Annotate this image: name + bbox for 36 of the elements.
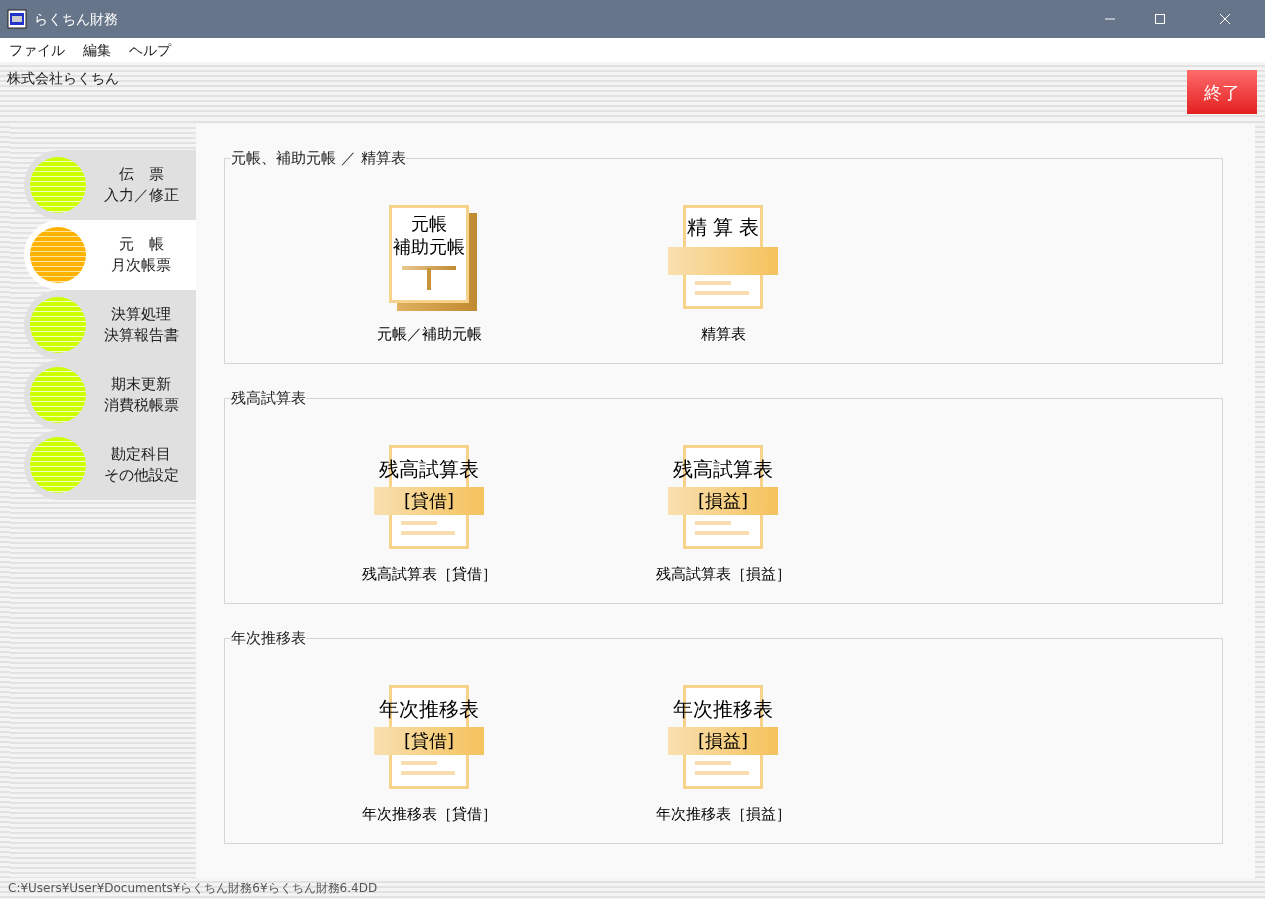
group-title: 年次推移表 [231,629,306,647]
menu-item[interactable]: 編集 [74,38,120,62]
group-title: 元帳、補助元帳 ／ 精算表 [231,149,406,167]
circle-icon [30,297,86,353]
report-label: 年次推移表［損益］ [655,804,791,825]
sidebar-item[interactable]: 勘定科目 その他設定 [24,430,196,500]
report-button[interactable]: 年次推移表 [貸借] 年次推移表［貸借］ [329,685,529,826]
report-label: 元帳／補助元帳 [376,324,482,345]
report-label: 精算表 [700,324,746,345]
sidebar-item[interactable]: 決算処理 決算報告書 [24,290,196,360]
exit-button[interactable]: 終了 [1187,70,1257,114]
report-label: 残高試算表［損益］ [655,564,791,585]
app-icon [7,9,27,29]
report-button[interactable]: 元帳 補助元帳 元帳／補助元帳 [329,205,529,346]
report-button[interactable]: 残高試算表 [貸借] 残高試算表［貸借］ [329,445,529,586]
report-label: 残高試算表［貸借］ [361,564,497,585]
circle-icon [30,227,86,283]
maximize-icon[interactable] [1154,13,1166,25]
report-label: 年次推移表［貸借］ [361,804,497,825]
menu-item[interactable]: ヘルプ [120,38,180,62]
report-button[interactable]: 残高試算表 [損益] 残高試算表［損益］ [623,445,823,586]
close-icon[interactable] [1219,13,1231,25]
status-path: C:¥Users¥User¥Documents¥らくちん財務6¥らくちん財務6.4DD [0,878,1265,899]
company-name: 株式会社らくちん [6,69,119,88]
sidebar-item[interactable]: 元 帳 月次帳票 [24,220,196,290]
sidebar-item[interactable]: 期末更新 消費税帳票 [24,360,196,430]
sidebar-item[interactable]: 伝 票 入力／修正 [24,150,196,220]
menu-item[interactable]: ファイル [0,38,74,62]
report-button[interactable]: 年次推移表 [損益] 年次推移表［損益］ [623,685,823,826]
circle-icon [30,367,86,423]
group-title: 残高試算表 [231,389,306,407]
minimize-icon[interactable] [1104,18,1116,20]
circle-icon [30,157,86,213]
circle-icon [30,437,86,493]
window-title: らくちん財務 [34,9,119,29]
report-button[interactable]: 精 算 表 精算表 [623,205,823,346]
